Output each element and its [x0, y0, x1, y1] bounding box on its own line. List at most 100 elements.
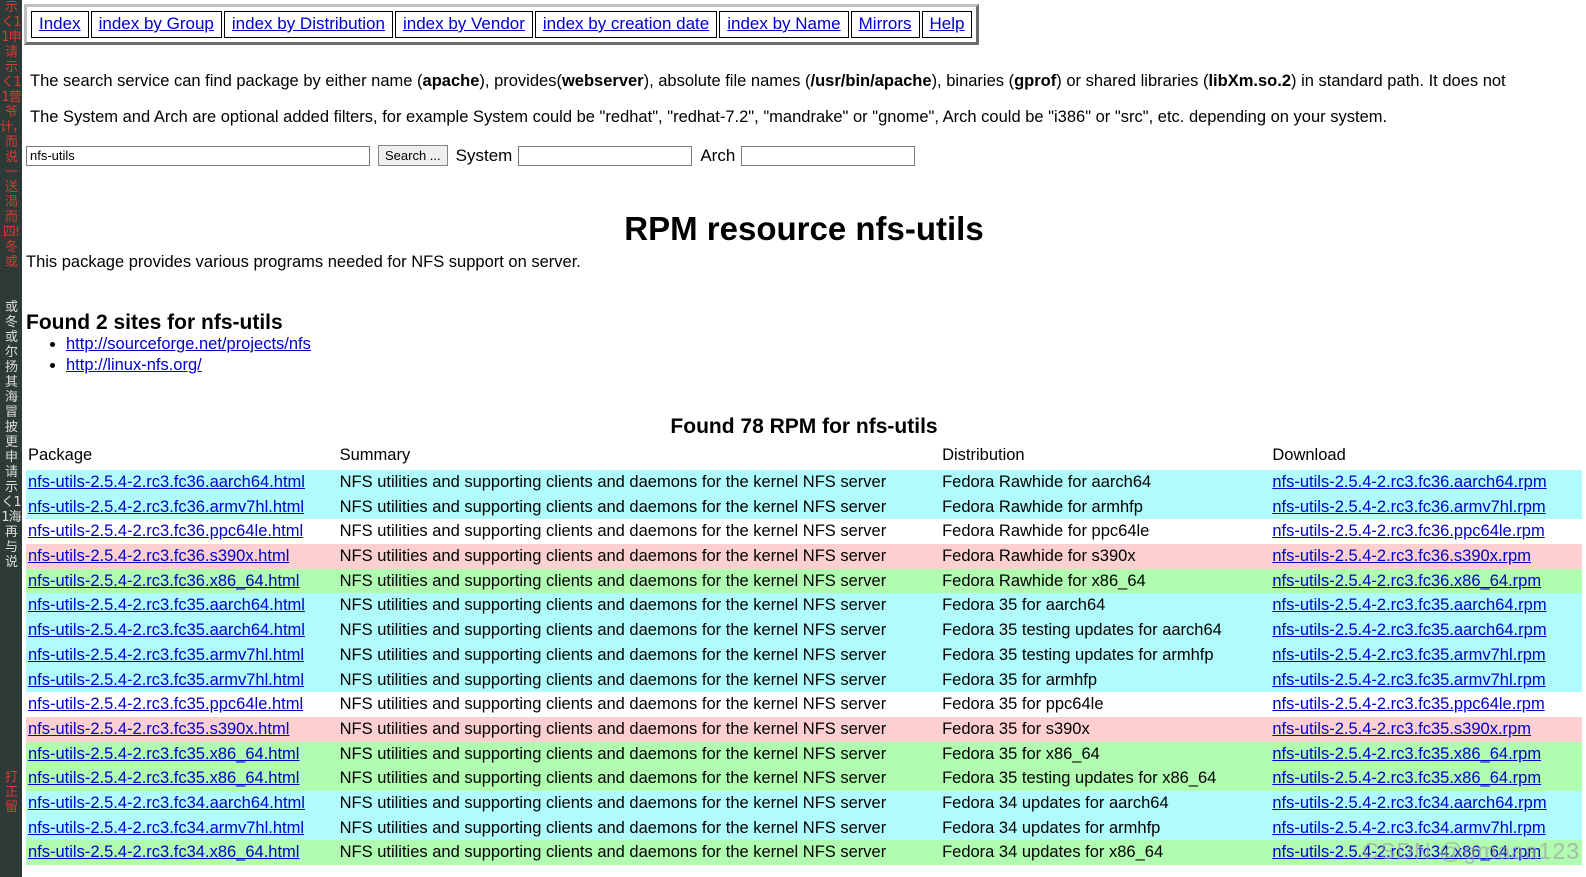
nav-cell-help[interactable]: Help [921, 11, 973, 38]
arch-input[interactable] [741, 145, 916, 166]
cell-download: nfs-utils-2.5.4-2.rc3.fc35.s390x.rpm [1270, 716, 1582, 742]
nav-cell-vendor[interactable]: index by Vendor [394, 11, 533, 38]
sites-heading: Found 2 sites for nfs-utils [26, 311, 283, 335]
results-table-body: nfs-utils-2.5.4-2.rc3.fc36.aarch64.html N… [26, 470, 1582, 865]
nav-link-mirrors[interactable]: Mirrors [859, 14, 912, 33]
cell-summary: NFS utilities and supporting clients and… [337, 716, 941, 742]
strip-glyphs-top: 示く11申请示く11营爷计，而说一送渴而四!冬或 [0, 0, 22, 270]
intro-term-7: gprof [1014, 72, 1057, 90]
nav-link-index[interactable]: Index [39, 14, 81, 33]
nav-table: Index index by Group index by Distributi… [29, 9, 974, 40]
package-link[interactable]: nfs-utils-2.5.4-2.rc3.fc36.x86_64.html [28, 572, 299, 590]
cell-package: nfs-utils-2.5.4-2.rc3.fc34.x86_64.html [26, 840, 338, 865]
nav-link-name[interactable]: index by Name [727, 14, 840, 33]
system-input[interactable] [518, 145, 693, 166]
table-row: nfs-utils-2.5.4-2.rc3.fc34.armv7hl.html N… [26, 815, 1582, 841]
package-link[interactable]: nfs-utils-2.5.4-2.rc3.fc34.aarch64.html [28, 794, 305, 812]
cell-distribution: Fedora Rawhide for aarch64 [940, 470, 1271, 495]
download-link[interactable]: nfs-utils-2.5.4-2.rc3.fc36.aarch64.rpm [1272, 473, 1546, 491]
download-link[interactable]: nfs-utils-2.5.4-2.rc3.fc35.aarch64.rpm [1272, 621, 1546, 639]
package-link[interactable]: nfs-utils-2.5.4-2.rc3.fc35.armv7hl.html [28, 646, 304, 664]
intro-text-2: ), provides( [479, 72, 562, 90]
cell-distribution: Fedora 35 for x86_64 [940, 741, 1271, 767]
package-link[interactable]: nfs-utils-2.5.4-2.rc3.fc35.x86_64.html [28, 769, 299, 787]
cell-package: nfs-utils-2.5.4-2.rc3.fc36.s390x.html [26, 544, 338, 569]
nav-link-creation-date[interactable]: index by creation date [543, 14, 709, 33]
site-link-linux-nfs[interactable]: http://linux-nfs.org/ [66, 356, 202, 374]
list-item: http://sourceforge.net/projects/nfs [66, 334, 311, 355]
nav-link-group[interactable]: index by Group [99, 14, 214, 33]
nav-cell-index[interactable]: Index [31, 11, 89, 38]
nav-link-distribution[interactable]: index by Distribution [232, 14, 385, 33]
background-page-strip: 示く11申请示く11营爷计，而说一送渴而四!冬或 或冬或尔扬其海冒披更申请示く1… [0, 0, 22, 877]
download-link[interactable]: nfs-utils-2.5.4-2.rc3.fc36.x86_64.rpm [1272, 572, 1541, 590]
nav-link-vendor[interactable]: index by Vendor [403, 14, 525, 33]
site-link-sourceforge[interactable]: http://sourceforge.net/projects/nfs [66, 335, 311, 353]
search-input[interactable] [26, 145, 370, 166]
cell-summary: NFS utilities and supporting clients and… [337, 840, 941, 865]
download-link[interactable]: nfs-utils-2.5.4-2.rc3.fc35.x86_64.rpm [1272, 745, 1541, 763]
download-link[interactable]: nfs-utils-2.5.4-2.rc3.fc35.armv7hl.rpm [1272, 671, 1545, 689]
cell-distribution: Fedora 34 updates for x86_64 [940, 840, 1271, 865]
download-link[interactable]: nfs-utils-2.5.4-2.rc3.fc34.x86_64.rpm [1272, 843, 1541, 861]
page-root: 示く11申请示く11营爷计，而说一送渴而四!冬或 或冬或尔扬其海冒披更申请示く1… [0, 0, 1586, 877]
nav-cell-distribution[interactable]: index by Distribution [223, 11, 393, 38]
package-link[interactable]: nfs-utils-2.5.4-2.rc3.fc36.s390x.html [28, 547, 289, 565]
list-item: http://linux-nfs.org/ [66, 355, 311, 376]
cell-summary: NFS utilities and supporting clients and… [337, 642, 941, 668]
cell-package: nfs-utils-2.5.4-2.rc3.fc35.x86_64.html [26, 766, 338, 791]
table-row: nfs-utils-2.5.4-2.rc3.fc35.x86_64.html NF… [26, 766, 1582, 791]
cell-distribution: Fedora 35 for s390x [940, 716, 1271, 742]
table-row: nfs-utils-2.5.4-2.rc3.fc35.armv7hl.html N… [26, 642, 1582, 668]
cell-distribution: Fedora 34 updates for aarch64 [940, 790, 1271, 816]
cell-download: nfs-utils-2.5.4-2.rc3.fc35.x86_64.rpm [1270, 741, 1582, 767]
nav-cell-name[interactable]: index by Name [719, 11, 849, 38]
cell-package: nfs-utils-2.5.4-2.rc3.fc35.x86_64.html [26, 741, 338, 767]
download-link[interactable]: nfs-utils-2.5.4-2.rc3.fc36.s390x.rpm [1272, 547, 1531, 565]
cell-download: nfs-utils-2.5.4-2.rc3.fc36.aarch64.rpm [1270, 470, 1582, 495]
package-link[interactable]: nfs-utils-2.5.4-2.rc3.fc35.s390x.html [28, 720, 289, 738]
package-link[interactable]: nfs-utils-2.5.4-2.rc3.fc35.aarch64.html [28, 596, 305, 614]
download-link[interactable]: nfs-utils-2.5.4-2.rc3.fc35.ppc64le.rpm [1272, 695, 1544, 713]
table-row: nfs-utils-2.5.4-2.rc3.fc35.armv7hl.html N… [26, 667, 1582, 693]
table-row: nfs-utils-2.5.4-2.rc3.fc36.armv7hl.html N… [26, 494, 1582, 520]
download-link[interactable]: nfs-utils-2.5.4-2.rc3.fc34.aarch64.rpm [1272, 794, 1546, 812]
package-link[interactable]: nfs-utils-2.5.4-2.rc3.fc36.armv7hl.html [28, 498, 304, 516]
download-link[interactable]: nfs-utils-2.5.4-2.rc3.fc35.s390x.rpm [1272, 720, 1531, 738]
intro-paragraph-2: The System and Arch are optional added f… [30, 108, 1388, 126]
nav-link-help[interactable]: Help [930, 14, 965, 33]
search-button[interactable]: Search ... [378, 145, 448, 166]
package-link[interactable]: nfs-utils-2.5.4-2.rc3.fc35.x86_64.html [28, 745, 299, 763]
cell-download: nfs-utils-2.5.4-2.rc3.fc36.ppc64le.rpm [1270, 519, 1582, 545]
package-link[interactable]: nfs-utils-2.5.4-2.rc3.fc34.armv7hl.html [28, 819, 304, 837]
nav-cell-group[interactable]: index by Group [90, 11, 222, 38]
table-row: nfs-utils-2.5.4-2.rc3.fc35.aarch64.html N… [26, 618, 1582, 643]
package-description: This package provides various programs n… [26, 253, 581, 271]
system-label: System [455, 145, 513, 165]
download-link[interactable]: nfs-utils-2.5.4-2.rc3.fc36.armv7hl.rpm [1272, 498, 1545, 516]
download-link[interactable]: nfs-utils-2.5.4-2.rc3.fc35.aarch64.rpm [1272, 596, 1546, 614]
package-link[interactable]: nfs-utils-2.5.4-2.rc3.fc36.aarch64.html [28, 473, 305, 491]
table-row: nfs-utils-2.5.4-2.rc3.fc35.x86_64.html NF… [26, 741, 1582, 767]
package-link[interactable]: nfs-utils-2.5.4-2.rc3.fc35.aarch64.html [28, 621, 305, 639]
cell-summary: NFS utilities and supporting clients and… [337, 692, 941, 717]
table-row: nfs-utils-2.5.4-2.rc3.fc36.x86_64.html NF… [26, 568, 1582, 594]
cell-package: nfs-utils-2.5.4-2.rc3.fc35.ppc64le.html [26, 692, 338, 717]
cell-distribution: Fedora 35 testing updates for aarch64 [940, 618, 1271, 643]
cell-package: nfs-utils-2.5.4-2.rc3.fc36.armv7hl.html [26, 494, 338, 520]
table-row: nfs-utils-2.5.4-2.rc3.fc36.aarch64.html N… [26, 470, 1582, 495]
rpm-results-table: Package Summary Distribution Download nf… [26, 444, 1582, 865]
nav-cell-creation-date[interactable]: index by creation date [534, 11, 718, 38]
cell-summary: NFS utilities and supporting clients and… [337, 470, 941, 495]
package-link[interactable]: nfs-utils-2.5.4-2.rc3.fc35.armv7hl.html [28, 671, 304, 689]
package-link[interactable]: nfs-utils-2.5.4-2.rc3.fc36.ppc64le.html [28, 522, 303, 540]
nav-cell-mirrors[interactable]: Mirrors [850, 11, 920, 38]
download-link[interactable]: nfs-utils-2.5.4-2.rc3.fc35.armv7hl.rpm [1272, 646, 1545, 664]
package-link[interactable]: nfs-utils-2.5.4-2.rc3.fc34.x86_64.html [28, 843, 299, 861]
package-link[interactable]: nfs-utils-2.5.4-2.rc3.fc35.ppc64le.html [28, 695, 303, 713]
column-header-download: Download [1270, 444, 1582, 470]
download-link[interactable]: nfs-utils-2.5.4-2.rc3.fc34.armv7hl.rpm [1272, 819, 1545, 837]
intro-text-8: ) or shared libraries ( [1056, 72, 1209, 90]
download-link[interactable]: nfs-utils-2.5.4-2.rc3.fc36.ppc64le.rpm [1272, 522, 1544, 540]
download-link[interactable]: nfs-utils-2.5.4-2.rc3.fc35.x86_64.rpm [1272, 769, 1541, 787]
